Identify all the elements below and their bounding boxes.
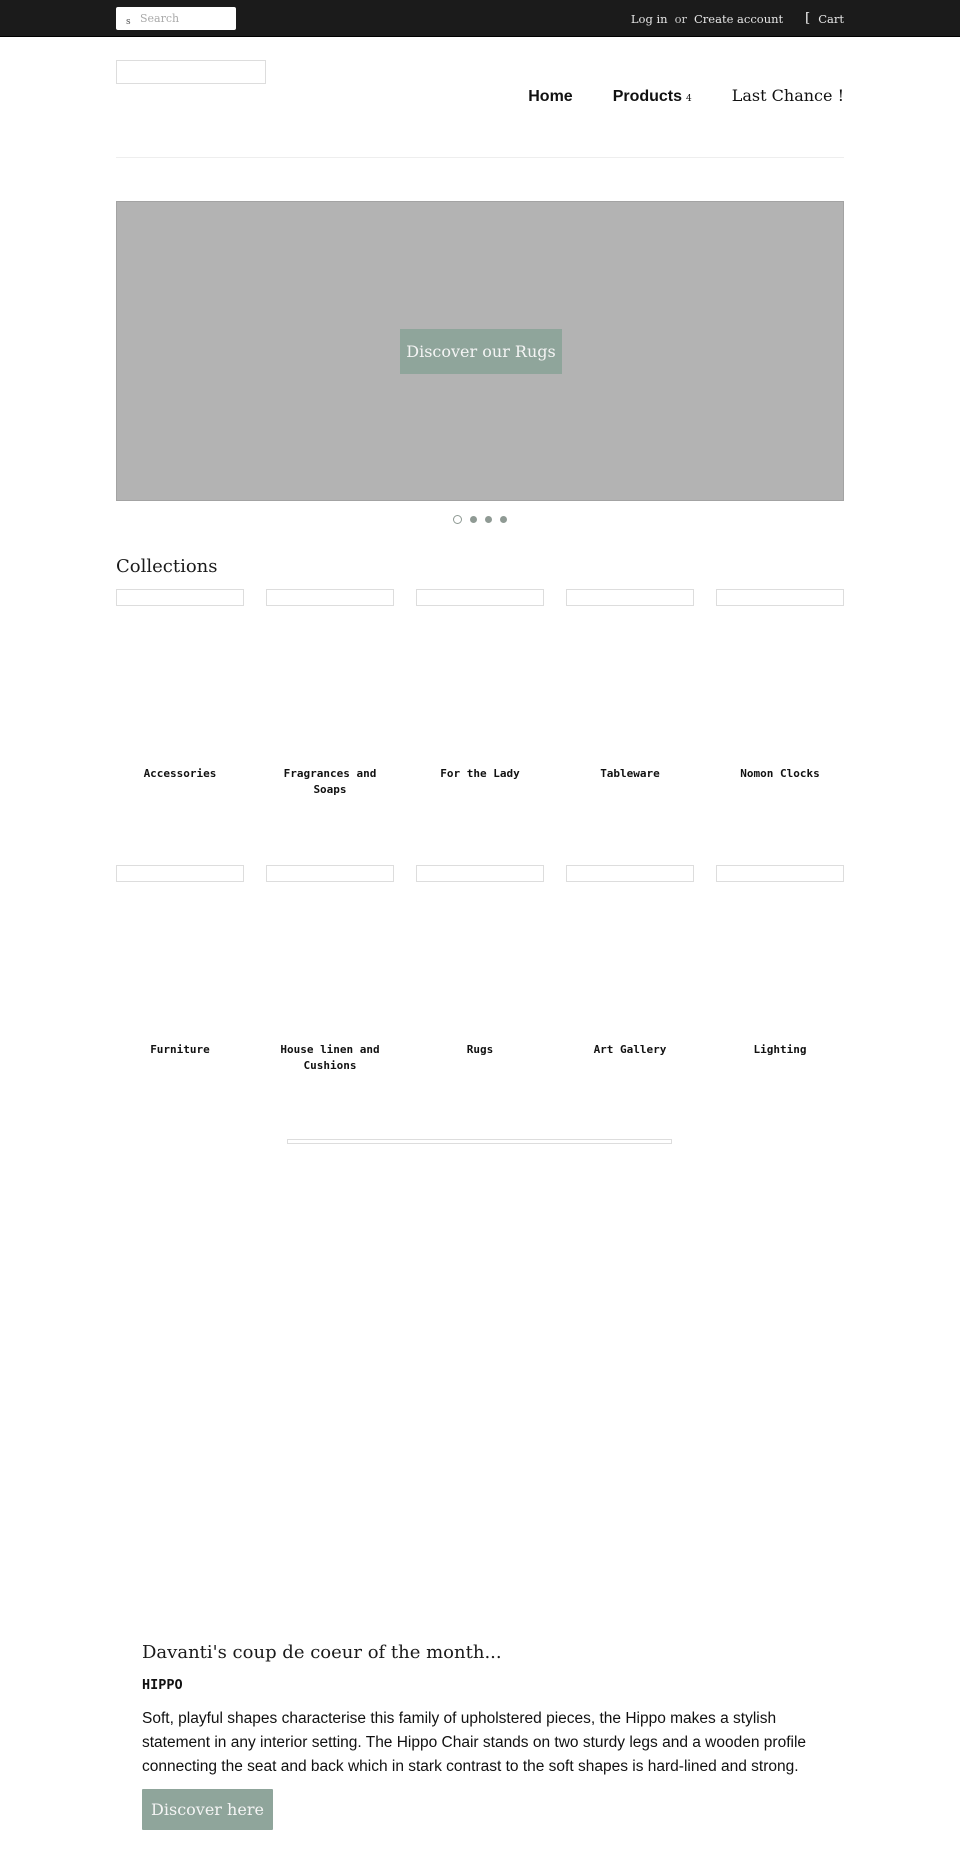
collection-tableware[interactable]: Tableware: [566, 589, 694, 798]
collection-label: Fragrances and Soaps: [283, 767, 377, 796]
create-account-link[interactable]: Create account: [694, 12, 783, 26]
collection-label: Art Gallery: [593, 1043, 667, 1056]
nav-last-chance[interactable]: Last Chance !: [732, 86, 844, 105]
collection-label: Accessories: [143, 767, 217, 780]
slide-dot-2[interactable]: [470, 516, 477, 523]
featured-heading: Davanti's coup de coeur of the month...: [142, 1642, 502, 1663]
collection-house-linen-and-cushions[interactable]: House linen and Cushions: [266, 865, 394, 1074]
featured-product-name: HIPPO: [142, 1677, 183, 1693]
collection-nomon-clocks[interactable]: Nomon Clocks: [716, 589, 844, 798]
collections-heading: Collections: [116, 556, 218, 577]
featured-image: [287, 1139, 672, 1144]
collection-image: [716, 589, 844, 606]
collection-label: Rugs: [466, 1043, 494, 1056]
nav-products-dropdown-icon: 4: [686, 94, 692, 104]
featured-description: Soft, playful shapes characterise this f…: [142, 1710, 807, 1775]
login-link[interactable]: Log in: [631, 12, 668, 26]
collection-image: [416, 865, 544, 882]
collection-image: [566, 589, 694, 606]
slideshow-pagination: [453, 515, 515, 524]
discover-here-button[interactable]: Discover here: [142, 1789, 273, 1830]
collection-image: [116, 589, 244, 606]
collection-art-gallery[interactable]: Art Gallery: [566, 865, 694, 1074]
collections-row-1: Accessories Fragrances and Soaps For the…: [116, 589, 844, 798]
main-nav: Home Products 4 Last Chance !: [488, 86, 844, 106]
slide-dot-1[interactable]: [453, 515, 462, 524]
nav-products[interactable]: Products 4: [613, 88, 692, 106]
search-form: s: [116, 7, 236, 30]
nav-home[interactable]: Home: [528, 88, 572, 106]
collection-label: Nomon Clocks: [740, 767, 820, 780]
collection-accessories[interactable]: Accessories: [116, 589, 244, 798]
hero-slide: Discover our Rugs: [116, 201, 844, 501]
collection-lighting[interactable]: Lighting: [716, 865, 844, 1074]
top-bar: s Log in or Create account [ Cart: [0, 0, 960, 37]
collection-label: Tableware: [600, 767, 660, 780]
collection-label: House linen and Cushions: [280, 1043, 380, 1072]
or-separator: or: [674, 11, 687, 26]
featured-product: Davanti's coup de coeur of the month... …: [142, 1642, 844, 1830]
header-divider: [116, 157, 844, 158]
collection-image: [716, 865, 844, 882]
collection-fragrances-and-soaps[interactable]: Fragrances and Soaps: [266, 589, 394, 798]
collection-rugs[interactable]: Rugs: [416, 865, 544, 1074]
collection-image: [266, 589, 394, 606]
cart-link[interactable]: Cart: [818, 12, 844, 26]
search-icon[interactable]: s: [126, 17, 131, 27]
account-links: Log in or Create account [ Cart: [631, 11, 844, 26]
slide-dot-4[interactable]: [500, 516, 507, 523]
collections-row-2: Furniture House linen and Cushions Rugs …: [116, 865, 844, 1074]
collection-label: For the Lady: [440, 767, 520, 780]
nav-products-label: Products: [612, 88, 683, 105]
collection-for-the-lady[interactable]: For the Lady: [416, 589, 544, 798]
collection-furniture[interactable]: Furniture: [116, 865, 244, 1074]
collection-image: [116, 865, 244, 882]
discover-rugs-button[interactable]: Discover our Rugs: [400, 329, 562, 374]
cart-icon[interactable]: [: [805, 11, 810, 26]
collection-image: [566, 865, 694, 882]
slide-dot-3[interactable]: [485, 516, 492, 523]
site-logo[interactable]: [116, 60, 266, 84]
collection-label: Lighting: [753, 1043, 807, 1056]
collection-image: [266, 865, 394, 882]
collection-image: [416, 589, 544, 606]
collection-label: Furniture: [150, 1043, 210, 1056]
search-input[interactable]: [140, 7, 232, 30]
